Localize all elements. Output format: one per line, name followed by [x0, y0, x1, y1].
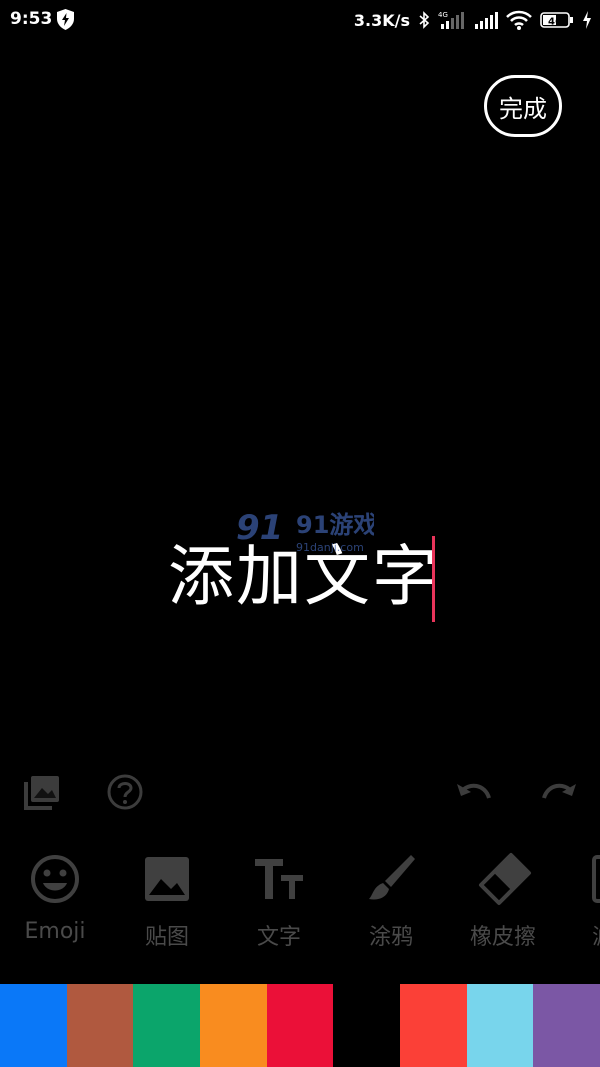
color-swatch-orange[interactable] [200, 984, 267, 1067]
network-type: 4G [438, 11, 448, 19]
status-time: 9:53 [10, 9, 53, 29]
redo-icon[interactable] [538, 774, 578, 814]
tool-sticker-label: 贴图 [144, 925, 189, 950]
done-button[interactable]: 完成 [484, 75, 562, 137]
gallery-icon[interactable] [22, 772, 62, 812]
wifi-icon [506, 10, 532, 30]
color-swatch-purple[interactable] [533, 984, 600, 1067]
tool-more-label: 滤 [592, 919, 600, 951]
color-swatch-brown[interactable] [66, 984, 134, 1067]
charging-icon [583, 11, 591, 29]
network-speed: 3.3K/s [353, 10, 410, 30]
more-icon [592, 855, 600, 903]
color-swatch-blue[interactable] [0, 984, 67, 1067]
tool-brush[interactable]: 涂鸦 [336, 845, 446, 955]
text-cursor [432, 536, 435, 622]
color-swatch-light-blue[interactable] [466, 984, 534, 1067]
brush-icon [369, 855, 415, 900]
undo-icon[interactable] [455, 774, 495, 814]
text-icon [255, 859, 303, 899]
watermark-logo: 91 91游戏 91danji.com [236, 508, 374, 554]
tool-more[interactable]: 滤 [560, 845, 600, 955]
color-palette [0, 984, 600, 1067]
help-icon[interactable] [105, 772, 145, 812]
watermark-site: 91danji.com [296, 541, 364, 554]
tool-emoji-label: Emoji [24, 919, 86, 944]
battery-level: 46 [548, 17, 562, 28]
watermark-brand: 91游戏 [296, 511, 374, 539]
signal-4g-icon: 4G [438, 11, 464, 29]
sticker-icon [145, 857, 189, 901]
eraser-icon [479, 853, 531, 905]
tool-sticker[interactable]: 贴图 [112, 845, 222, 955]
tool-brush-label: 涂鸦 [368, 925, 413, 950]
tool-text[interactable]: 文字 [224, 845, 334, 955]
edit-toolbar [0, 770, 600, 814]
svg-text:91: 91 [236, 508, 283, 548]
shield-bolt-icon [57, 9, 74, 30]
signal-icon [475, 12, 498, 29]
tool-eraser[interactable]: 橡皮擦 [448, 845, 558, 955]
bottom-tool-bar: Emoji 贴图 文字 涂鸦 橡皮擦 滤 [0, 845, 600, 955]
tool-emoji[interactable]: Emoji [0, 845, 110, 955]
tool-eraser-label: 橡皮擦 [469, 925, 536, 950]
emoji-icon [31, 855, 79, 903]
color-swatch-red[interactable] [400, 984, 467, 1067]
color-swatch-green[interactable] [133, 984, 201, 1067]
battery-icon: 46 [540, 12, 573, 28]
tool-text-label: 文字 [256, 925, 301, 950]
status-bar: 9:53 3.3K/s 4G 46 [0, 0, 600, 40]
color-swatch-black[interactable] [333, 984, 401, 1067]
color-swatch-crimson[interactable] [266, 984, 334, 1067]
bluetooth-icon [419, 11, 430, 29]
